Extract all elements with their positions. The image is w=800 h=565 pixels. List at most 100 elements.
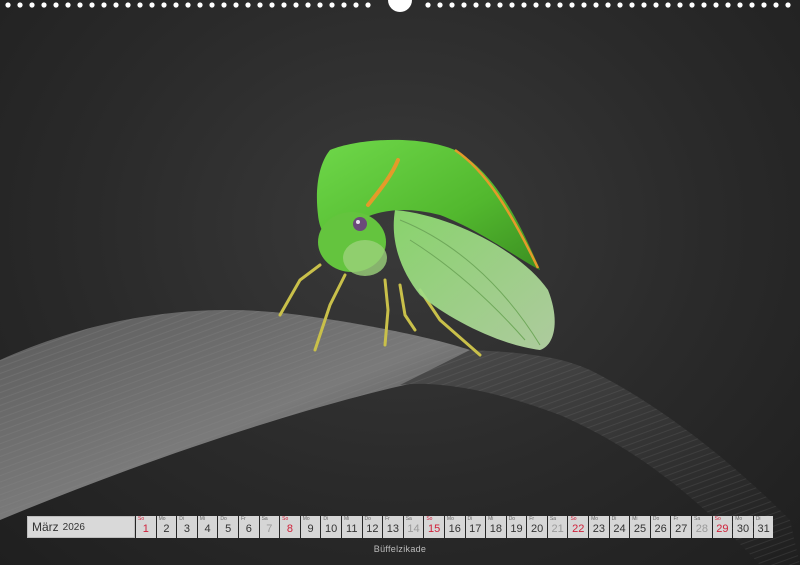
weekday-label: Do bbox=[364, 516, 371, 522]
binding-hole bbox=[233, 2, 239, 8]
binding-hole bbox=[449, 2, 455, 8]
day-number: 23 bbox=[592, 523, 605, 535]
binding-hole bbox=[161, 2, 167, 8]
binding-hole bbox=[269, 2, 275, 8]
weekday-label: Mi bbox=[199, 516, 206, 522]
day-number: 31 bbox=[757, 523, 770, 535]
weekday-label: So bbox=[138, 516, 145, 522]
binding-hole bbox=[617, 2, 623, 8]
binding-hole bbox=[245, 2, 251, 8]
binding-hole bbox=[761, 2, 767, 8]
binding-hole bbox=[545, 2, 551, 8]
day-number: 4 bbox=[204, 523, 211, 535]
day-cell: Di 17 bbox=[465, 516, 486, 538]
binding-hole bbox=[605, 2, 611, 8]
weekday-label: So bbox=[714, 516, 721, 522]
day-cell: Do 12 bbox=[362, 516, 383, 538]
weekday-label: Fr bbox=[529, 516, 535, 522]
weekday-label: Di bbox=[611, 516, 617, 522]
binding-hole bbox=[77, 2, 83, 8]
binding-hole bbox=[41, 2, 47, 8]
day-number: 14 bbox=[407, 523, 420, 535]
day-cell: Fr 20 bbox=[527, 516, 547, 538]
day-number: 27 bbox=[675, 523, 688, 535]
binding-hole bbox=[65, 2, 71, 8]
binding-hole bbox=[581, 2, 587, 8]
binding-hole bbox=[293, 2, 299, 8]
month-year: 2026 bbox=[62, 521, 85, 533]
day-cell: Mi 25 bbox=[630, 516, 650, 538]
calendar-page: März 2026 So 1 Mo 2 Di 3 Mi 4 Do 5 Fr 6 Sa 7 So 8 Mo 9 Di 1… bbox=[0, 0, 800, 565]
weekday-label: Do bbox=[652, 516, 660, 522]
day-number: 13 bbox=[386, 523, 400, 535]
binding-hole bbox=[653, 2, 659, 8]
binding-hole bbox=[557, 2, 563, 8]
binding-hole bbox=[737, 2, 743, 8]
day-number: 1 bbox=[142, 523, 149, 535]
binding-hole bbox=[473, 2, 479, 8]
day-cell: Mo 9 bbox=[300, 516, 321, 538]
day-cell: So 29 bbox=[712, 516, 733, 538]
day-cell: Mi 4 bbox=[197, 516, 218, 538]
day-cell: Sa 14 bbox=[403, 516, 424, 538]
day-cell: Mi 11 bbox=[341, 516, 362, 538]
weekday-label: Fr bbox=[240, 516, 246, 522]
binding-hole bbox=[629, 2, 635, 8]
day-cell: Fr 13 bbox=[383, 516, 403, 538]
binding-hole bbox=[317, 2, 323, 8]
day-cell: So 1 bbox=[136, 516, 156, 538]
photo-caption: Büffelzikade bbox=[373, 544, 427, 554]
binding-hole bbox=[257, 2, 263, 8]
weekday-label: Mo bbox=[302, 516, 310, 522]
day-cell: So 22 bbox=[568, 516, 589, 538]
month-label-box: März 2026 bbox=[27, 516, 135, 538]
day-cell: Sa 7 bbox=[259, 516, 280, 538]
day-cell: Mo 16 bbox=[444, 516, 465, 538]
binding-hole bbox=[137, 2, 143, 8]
day-number: 2 bbox=[163, 523, 170, 535]
weekday-label: So bbox=[282, 516, 289, 522]
binding-hole bbox=[713, 2, 719, 8]
binding-hole bbox=[641, 2, 647, 8]
day-number: 12 bbox=[366, 523, 379, 535]
binding-hole bbox=[773, 2, 779, 8]
weekday-label: So bbox=[426, 516, 433, 522]
day-number: 9 bbox=[307, 523, 314, 535]
insect-photo bbox=[0, 139, 800, 565]
day-number: 22 bbox=[572, 523, 585, 535]
binding-hole bbox=[677, 2, 683, 8]
binding-hole bbox=[485, 2, 491, 8]
day-number: 16 bbox=[448, 523, 461, 535]
day-cell: Di 10 bbox=[321, 516, 341, 538]
day-number: 8 bbox=[286, 523, 294, 535]
day-number: 25 bbox=[633, 523, 647, 535]
day-number: 15 bbox=[427, 523, 441, 535]
day-number: 24 bbox=[613, 523, 626, 535]
day-number: 5 bbox=[225, 523, 232, 535]
day-cell: Do 5 bbox=[218, 516, 238, 538]
day-cell: Fr 27 bbox=[671, 516, 692, 538]
weekday-label: Mo bbox=[591, 516, 599, 522]
binding-hole bbox=[785, 2, 791, 8]
binding-hole bbox=[89, 2, 95, 8]
binding-hole bbox=[185, 2, 191, 8]
binding-hole bbox=[5, 2, 11, 8]
day-cell: Mo 2 bbox=[156, 516, 177, 538]
day-number: 11 bbox=[346, 523, 358, 535]
weekday-label: Di bbox=[179, 516, 184, 522]
binding-hole bbox=[221, 2, 227, 8]
day-cell: Di 31 bbox=[753, 516, 774, 538]
binding-hole bbox=[665, 2, 671, 8]
weekday-label: Sa bbox=[405, 516, 412, 522]
day-number: 7 bbox=[266, 523, 273, 535]
binding-hole bbox=[329, 2, 335, 8]
day-cell: Di 24 bbox=[609, 516, 630, 538]
day-cell: Sa 28 bbox=[692, 516, 712, 538]
day-cell: Sa 21 bbox=[547, 516, 568, 538]
binding-hole bbox=[569, 2, 575, 8]
weekday-label: Mi bbox=[632, 516, 638, 522]
binding-hole bbox=[197, 2, 203, 8]
day-number: 10 bbox=[325, 523, 338, 535]
binding-hole bbox=[425, 2, 431, 8]
day-cell: So 8 bbox=[280, 516, 300, 538]
